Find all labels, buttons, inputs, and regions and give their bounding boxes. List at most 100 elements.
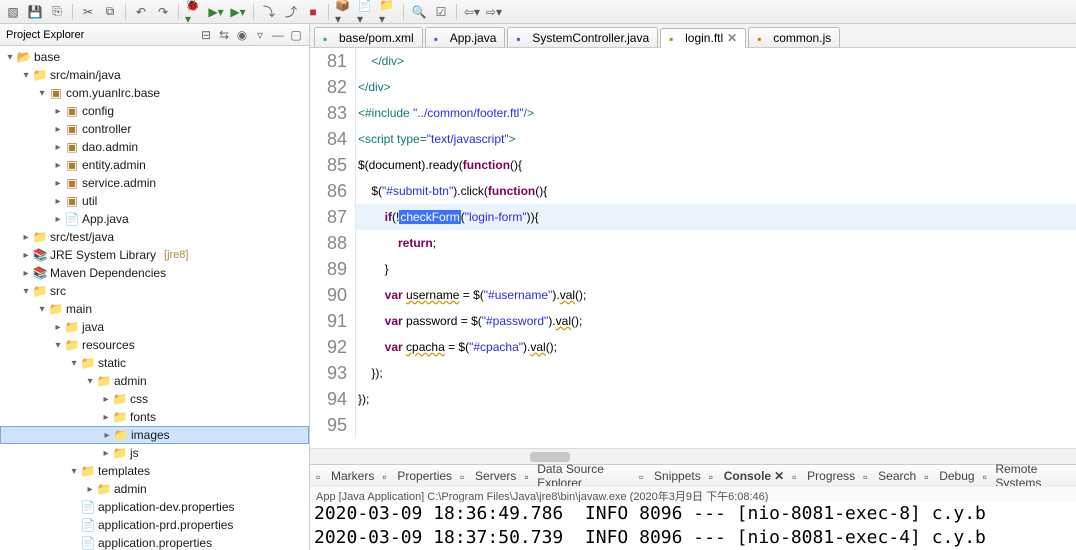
expand-icon[interactable]: ▾ (84, 376, 96, 387)
tree-item[interactable]: ▸📁js (0, 444, 309, 462)
search-icon[interactable]: 🔍 (410, 3, 428, 21)
tree-item[interactable]: ▾📁admin (0, 372, 309, 390)
bottom-tab[interactable]: ▫Debug (924, 469, 974, 483)
tree-item[interactable]: 📄application.properties (0, 534, 309, 550)
horizontal-scrollbar[interactable] (310, 448, 1076, 464)
expand-icon[interactable]: ▸ (100, 394, 112, 405)
redo-icon[interactable]: ↷ (154, 3, 172, 21)
new-pkg-icon[interactable]: 📁▾ (379, 3, 397, 21)
fwd-icon[interactable]: ⇨▾ (485, 3, 503, 21)
code-line[interactable]: 87 if(!checkForm("login-form")){ (310, 204, 1076, 230)
editor-tab[interactable]: ▪App.java (425, 27, 506, 47)
skip-icon[interactable]: ⤵ (260, 3, 278, 21)
editor-tab[interactable]: ▪base/pom.xml (314, 27, 423, 47)
code-line[interactable]: 83<#include "../common/footer.ftl"/> (310, 100, 1076, 126)
bottom-tab[interactable]: ▫Console ✕ (709, 469, 784, 483)
editor-tab[interactable]: ▪common.js (748, 27, 840, 47)
tree-item[interactable]: ▾📂base (0, 48, 309, 66)
expand-icon[interactable]: ▾ (52, 340, 64, 351)
tree-item[interactable]: ▾▣com.yuanlrc.base (0, 84, 309, 102)
bottom-tab[interactable]: ▫Servers (460, 469, 516, 483)
expand-icon[interactable]: ▾ (68, 358, 80, 369)
tree-item[interactable]: ▸📁fonts (0, 408, 309, 426)
expand-icon[interactable]: ▸ (52, 124, 64, 135)
expand-icon[interactable]: ▾ (20, 286, 32, 297)
tree-item[interactable]: ▸▣service.admin (0, 174, 309, 192)
tree-item[interactable]: ▸📁images (0, 426, 309, 444)
expand-icon[interactable]: ▸ (101, 430, 113, 441)
project-tree[interactable]: ▾📂base▾📁src/main/java▾▣com.yuanlrc.base▸… (0, 46, 309, 550)
code-line[interactable]: 95 (310, 412, 1076, 438)
bottom-tab[interactable]: ▫Progress (792, 469, 855, 483)
expand-icon[interactable]: ▸ (52, 214, 64, 225)
step-icon[interactable]: ⤴ (282, 3, 300, 21)
tasks-icon[interactable]: ☑ (432, 3, 450, 21)
code-line[interactable]: 89 } (310, 256, 1076, 282)
tree-item[interactable]: ▸📄App.java (0, 210, 309, 228)
expand-icon[interactable]: ▸ (52, 160, 64, 171)
expand-icon[interactable]: ▾ (4, 52, 16, 63)
tree-item[interactable]: ▾📁templates (0, 462, 309, 480)
expand-icon[interactable]: ▾ (36, 88, 48, 99)
bottom-tab[interactable]: ▫Markers (316, 469, 374, 483)
tree-item[interactable]: ▸📁css (0, 390, 309, 408)
expand-icon[interactable]: ▸ (20, 268, 32, 279)
bottom-tab[interactable]: ▫Properties (382, 469, 452, 483)
save-icon[interactable]: 💾 (26, 3, 44, 21)
expand-icon[interactable]: ▸ (52, 142, 64, 153)
stop-icon[interactable]: ■ (304, 3, 322, 21)
tree-item[interactable]: ▸▣controller (0, 120, 309, 138)
code-line[interactable]: 86 $("#submit-btn").click(function(){ (310, 178, 1076, 204)
code-line[interactable]: 90 var username = $("#username").val(); (310, 282, 1076, 308)
tree-item[interactable]: ▸▣dao.admin (0, 138, 309, 156)
expand-icon[interactable]: ▸ (20, 250, 32, 261)
new-icon[interactable]: ▧ (4, 3, 22, 21)
code-line[interactable]: 85$(document).ready(function(){ (310, 152, 1076, 178)
expand-icon[interactable]: ▸ (52, 322, 64, 333)
code-line[interactable]: 92 var cpacha = $("#cpacha").val(); (310, 334, 1076, 360)
console-output[interactable]: 2020-03-09 18:36:49.786 INFO 8096 --- [n… (310, 502, 1076, 550)
code-editor[interactable]: 81 </div>82</div>83<#include "../common/… (310, 48, 1076, 448)
cut-icon[interactable]: ✂ (79, 3, 97, 21)
expand-icon[interactable]: ▸ (100, 448, 112, 459)
tree-item[interactable]: ▸📁java (0, 318, 309, 336)
link-editor-icon[interactable]: ⇆ (217, 28, 231, 42)
copy-icon[interactable]: ⧉ (101, 3, 119, 21)
collapse-all-icon[interactable]: ⊟ (199, 28, 213, 42)
view-menu-icon[interactable]: ▿ (253, 28, 267, 42)
code-line[interactable]: 94}); (310, 386, 1076, 412)
tree-item[interactable]: ▾📁src (0, 282, 309, 300)
expand-icon[interactable]: ▸ (84, 484, 96, 495)
tree-item[interactable]: ▸▣config (0, 102, 309, 120)
tree-item[interactable]: ▸▣util (0, 192, 309, 210)
tree-item[interactable]: ▾📁main (0, 300, 309, 318)
tree-item[interactable]: ▸📚JRE System Library[jre8] (0, 246, 309, 264)
close-icon[interactable]: ✕ (774, 469, 784, 483)
tree-item[interactable]: 📄application-prd.properties (0, 516, 309, 534)
expand-icon[interactable]: ▾ (68, 466, 80, 477)
tree-item[interactable]: ▾📁resources (0, 336, 309, 354)
run-ext-icon[interactable]: ▶▾ (229, 3, 247, 21)
editor-tab[interactable]: ▪SystemController.java (507, 27, 658, 47)
new-wizard-icon[interactable]: 📦▾ (335, 3, 353, 21)
code-line[interactable]: 84<script type="text/javascript"> (310, 126, 1076, 152)
minimize-icon[interactable]: ― (271, 28, 285, 42)
expand-icon[interactable]: ▾ (20, 70, 32, 81)
new-class-icon[interactable]: 📄▾ (357, 3, 375, 21)
expand-icon[interactable]: ▾ (36, 304, 48, 315)
code-line[interactable]: 81 </div> (310, 48, 1076, 74)
code-line[interactable]: 82</div> (310, 74, 1076, 100)
tree-item[interactable]: ▾📁static (0, 354, 309, 372)
back-icon[interactable]: ⇦▾ (463, 3, 481, 21)
tree-item[interactable]: ▸📁src/test/java (0, 228, 309, 246)
tree-item[interactable]: ▾📁src/main/java (0, 66, 309, 84)
editor-tab[interactable]: ▪login.ftl✕ (660, 28, 746, 48)
tree-item[interactable]: ▸📚Maven Dependencies (0, 264, 309, 282)
expand-icon[interactable]: ▸ (100, 412, 112, 423)
code-line[interactable]: 88 return; (310, 230, 1076, 256)
tree-item[interactable]: 📄application-dev.properties (0, 498, 309, 516)
code-line[interactable]: 93 }); (310, 360, 1076, 386)
bottom-tab[interactable]: ▫Search (863, 469, 916, 483)
tree-item[interactable]: ▸📁admin (0, 480, 309, 498)
maximize-icon[interactable]: ▢ (289, 28, 303, 42)
